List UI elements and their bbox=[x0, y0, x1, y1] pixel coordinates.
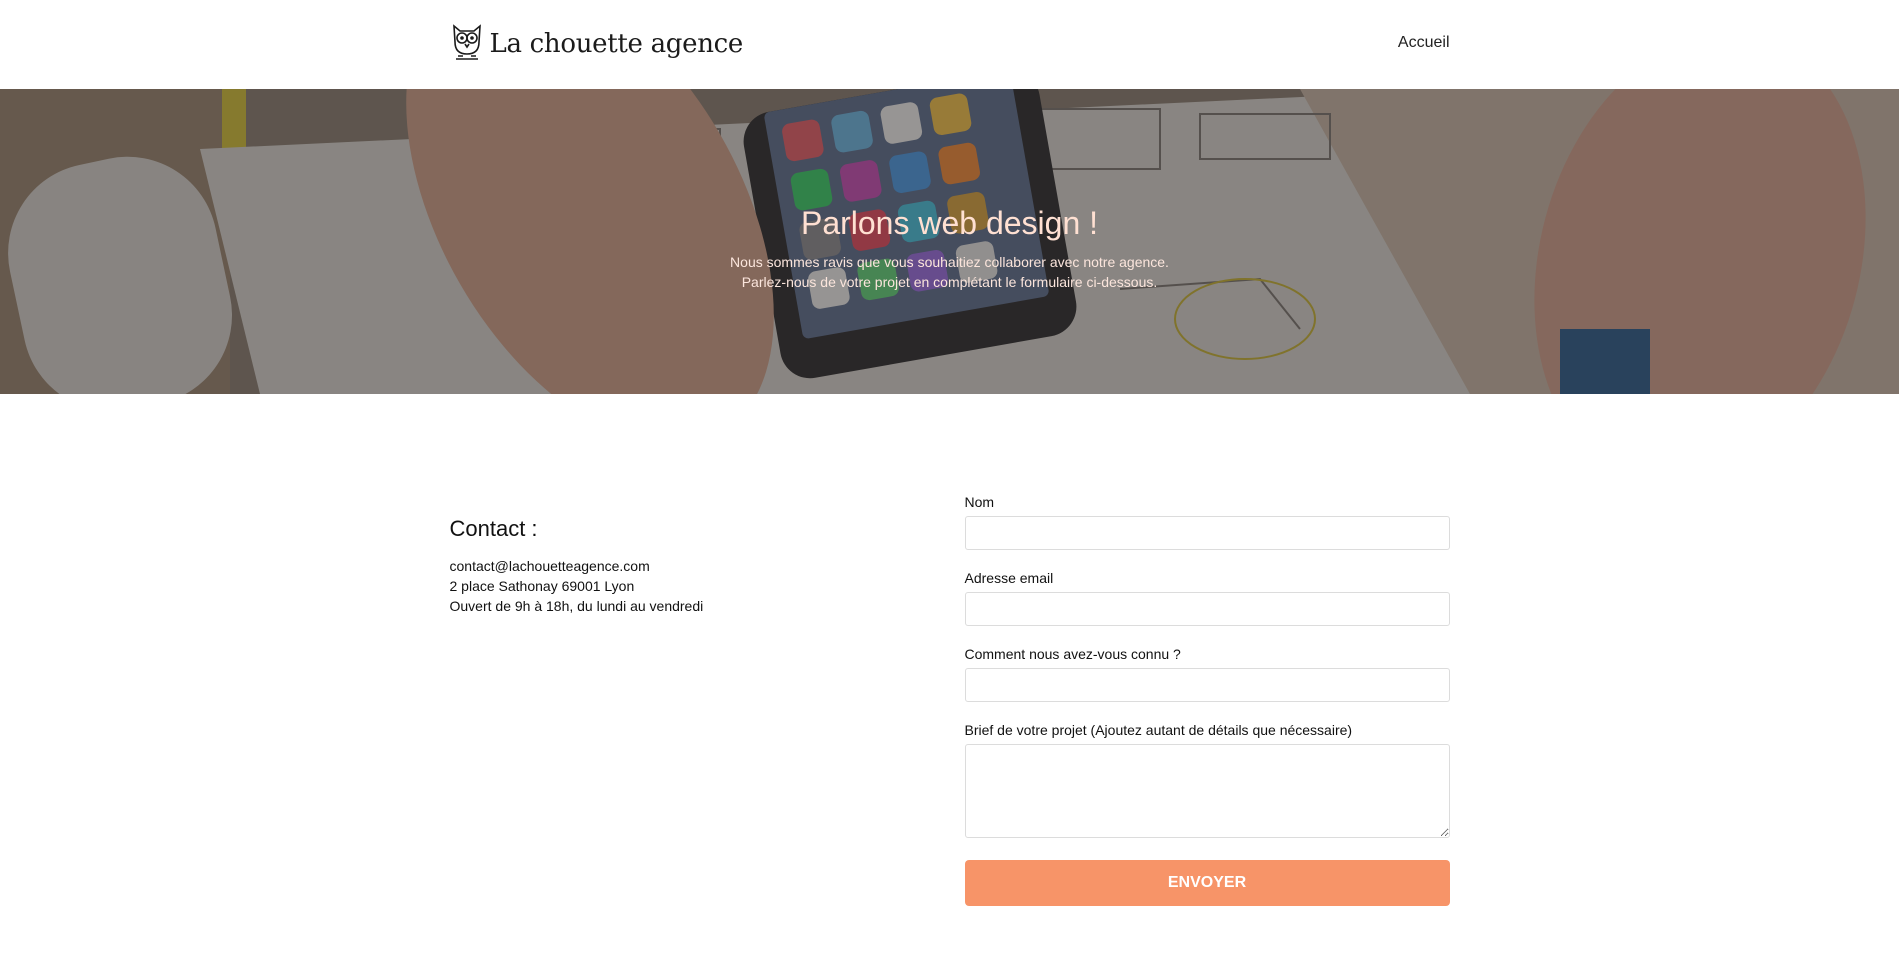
contact-hours: Ouvert de 9h à 18h, du lundi au vendredi bbox=[449, 598, 704, 614]
hero-banner: Parlons web design ! Nous sommes ravis q… bbox=[0, 89, 1899, 394]
contact-info: Contact : contact@lachouetteagence.com 2… bbox=[450, 516, 850, 616]
contact-email[interactable]: contact@lachouetteagence.com bbox=[450, 556, 850, 576]
contact-title: Contact : bbox=[449, 516, 538, 541]
brief-textarea[interactable] bbox=[964, 744, 1450, 838]
hero-subtitle-line-1: Nous sommes ravis que vous souhaitiez co… bbox=[730, 254, 1169, 270]
hero-subtitle-line-2: Parlez-nous de votre projet en complétan… bbox=[741, 274, 1158, 290]
hero-title: Parlons web design ! bbox=[800, 205, 1099, 241]
submit-button[interactable]: ENVOYER bbox=[964, 860, 1450, 906]
hero-content: Parlons web design ! Nous sommes ravis q… bbox=[0, 205, 1899, 292]
source-field[interactable] bbox=[964, 668, 1450, 702]
brief-label: Brief de votre projet (Ajoutez autant de… bbox=[964, 722, 1353, 738]
email-field[interactable] bbox=[964, 592, 1450, 626]
name-label: Nom bbox=[964, 494, 995, 510]
source-label: Comment nous avez-vous connu ? bbox=[964, 646, 1181, 662]
contact-form: Nom Adresse email Comment nous avez-vous… bbox=[964, 494, 1450, 906]
nav-link-accueil[interactable]: Accueil bbox=[1398, 34, 1450, 52]
contact-address: 2 place Sathonay 69001 Lyon bbox=[449, 578, 635, 594]
name-field[interactable] bbox=[964, 516, 1450, 550]
logo-text: La chouette agence bbox=[489, 28, 744, 59]
owl-icon bbox=[450, 22, 484, 65]
logo-link[interactable]: La chouette agence bbox=[450, 22, 744, 65]
main-content: Contact : contact@lachouetteagence.com 2… bbox=[450, 394, 1450, 957]
header-inner: La chouette agence Accueil bbox=[450, 0, 1450, 89]
email-label: Adresse email bbox=[964, 570, 1054, 586]
site-header: La chouette agence Accueil bbox=[0, 0, 1899, 89]
